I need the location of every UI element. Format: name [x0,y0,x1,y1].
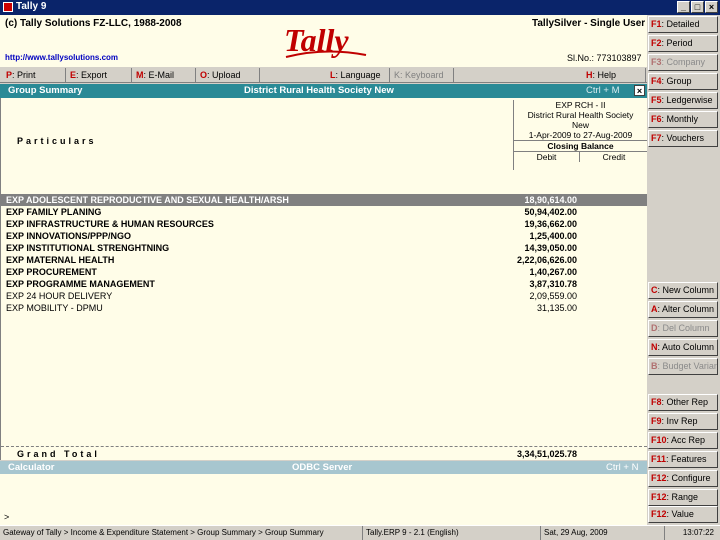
minimize-button[interactable]: _ [677,1,690,13]
group-button[interactable]: F4: Group [648,73,718,90]
current-time: 13:07:22 [664,526,720,540]
current-date: Sat, 29 Aug, 2009 [540,526,664,540]
column-group-name: EXP RCH - II [555,100,606,110]
menu-bar: P: Print E: Export M: E-Mail O: Upload L… [0,67,647,83]
grand-total-label: Grand Total [17,449,100,459]
menu-export[interactable]: E: Export [66,68,132,82]
inventory-reports-button[interactable]: F9: Inv Rep [648,413,718,430]
table-row[interactable]: EXP ADOLESCENT REPRODUCTIVE AND SEXUAL H… [1,194,647,206]
detailed-button[interactable]: F1: Detailed [648,16,718,33]
copyright-text: (c) Tally Solutions FZ-LLC, 1988-2008 [5,18,182,29]
version-info: Tally.ERP 9 - 2.1 (English) [362,526,540,540]
particulars-header: Particulars [17,136,97,146]
alter-column-button[interactable]: A: Alter Column [648,301,718,318]
website-link[interactable]: http://www.tallysolutions.com [5,53,118,62]
report-title: Group Summary [8,85,83,96]
tally-app-icon [3,2,13,12]
calculator-shortcut: Ctrl + N [606,462,639,473]
table-row[interactable]: EXP INSTITUTIONAL STRENGHTNING 14,39,050.… [1,242,647,254]
closing-balance-label: Closing Balance [514,140,647,152]
maximize-button[interactable]: □ [691,1,704,13]
status-bar: Gateway of Tally > Income & Expenditure … [0,525,720,540]
close-report-icon[interactable]: × [634,85,645,96]
menu-print[interactable]: P: Print [2,68,66,82]
column-company-name: District Rural Health Society New [527,110,634,130]
column-header: EXP RCH - II District Rural Health Socie… [513,100,647,170]
delete-column-button[interactable]: D: Del Column [648,320,718,337]
range-button[interactable]: F12: Range [648,489,718,506]
company-button[interactable]: F3: Company [648,54,718,71]
close-button[interactable]: × [705,1,718,13]
window-title-bar: Tally 9 _ □ × [0,0,720,15]
configure-button[interactable]: F12: Configure [648,470,718,487]
debit-column-header: Debit [514,152,580,162]
table-row[interactable]: EXP MOBILITY - DPMU 31,135.00 [1,302,647,314]
total-divider [1,446,647,447]
table-row[interactable]: EXP INNOVATIONS/PPP/NGO 1,25,400.00 [1,230,647,242]
value-button[interactable]: F12: Value [648,506,718,523]
auto-column-button[interactable]: N: Auto Column [648,339,718,356]
menu-language[interactable]: L: Language [326,68,390,82]
app-header: (c) Tally Solutions FZ-LLC, 1988-2008 Ta… [0,15,647,67]
button-panel: F1: Detailed F2: Period F3: Company F4: … [648,15,720,525]
serial-number: Sl.No.: 773103897 [567,53,642,63]
calculator-prompt: > [4,512,10,522]
company-name: District Rural Health Society New [244,85,394,96]
grand-total-value: 3,34,51,025.78 [516,449,577,459]
report-body: Particulars EXP RCH - II District Rural … [0,98,647,460]
table-row[interactable]: EXP MATERNAL HEALTH 2,22,06,626.00 [1,254,647,266]
grand-total-row: Grand Total 3,34,51,025.78 [1,448,647,460]
report-title-bar: Group Summary District Rural Health Soci… [0,84,647,98]
menu-keyboard[interactable]: K: Keyboard [390,68,454,82]
credit-column-header: Credit [602,152,626,162]
new-column-button[interactable]: C: New Column [648,282,718,299]
window-title: Tally 9 [16,1,47,12]
report-shortcut: Ctrl + M [586,85,620,96]
period-button[interactable]: F2: Period [648,35,718,52]
menu-upload[interactable]: O: Upload [196,68,260,82]
calculator-pane[interactable]: > [0,474,647,525]
product-edition: TallySilver - Single User [532,18,646,29]
column-period: 1-Apr-2009 to 27-Aug-2009 [528,130,633,140]
other-reports-button[interactable]: F8: Other Rep [648,394,718,411]
monthly-button[interactable]: F6: Monthly [648,111,718,128]
features-button[interactable]: F11: Features [648,451,718,468]
table-row[interactable]: EXP INFRASTRUCTURE & HUMAN RESOURCES 19,3… [1,218,647,230]
vouchers-button[interactable]: F7: Vouchers [648,130,718,147]
menu-help[interactable]: H: Help [582,68,646,82]
odbc-server-label: ODBC Server [292,462,353,473]
budget-variance-button[interactable]: B: Budget Variance [648,358,718,375]
navigation-path: Gateway of Tally > Income & Expenditure … [3,528,324,537]
menu-email[interactable]: M: E-Mail [132,68,196,82]
ledgerwise-button[interactable]: F5: Ledgerwise [648,92,718,109]
calculator-bar: Calculator ODBC Server Ctrl + N [0,461,647,474]
table-row[interactable]: EXP 24 HOUR DELIVERY 2,09,559.00 [1,290,647,302]
accounts-reports-button[interactable]: F10: Acc Rep [648,432,718,449]
table-row[interactable]: EXP PROGRAMME MANAGEMENT 3,87,310.78 [1,278,647,290]
calculator-title: Calculator [8,462,55,473]
tally-logo: Tally [284,22,367,58]
table-row[interactable]: EXP PROCUREMENT 1,40,267.00 [1,266,647,278]
table-row[interactable]: EXP FAMILY PLANING 50,94,402.00 [1,206,647,218]
